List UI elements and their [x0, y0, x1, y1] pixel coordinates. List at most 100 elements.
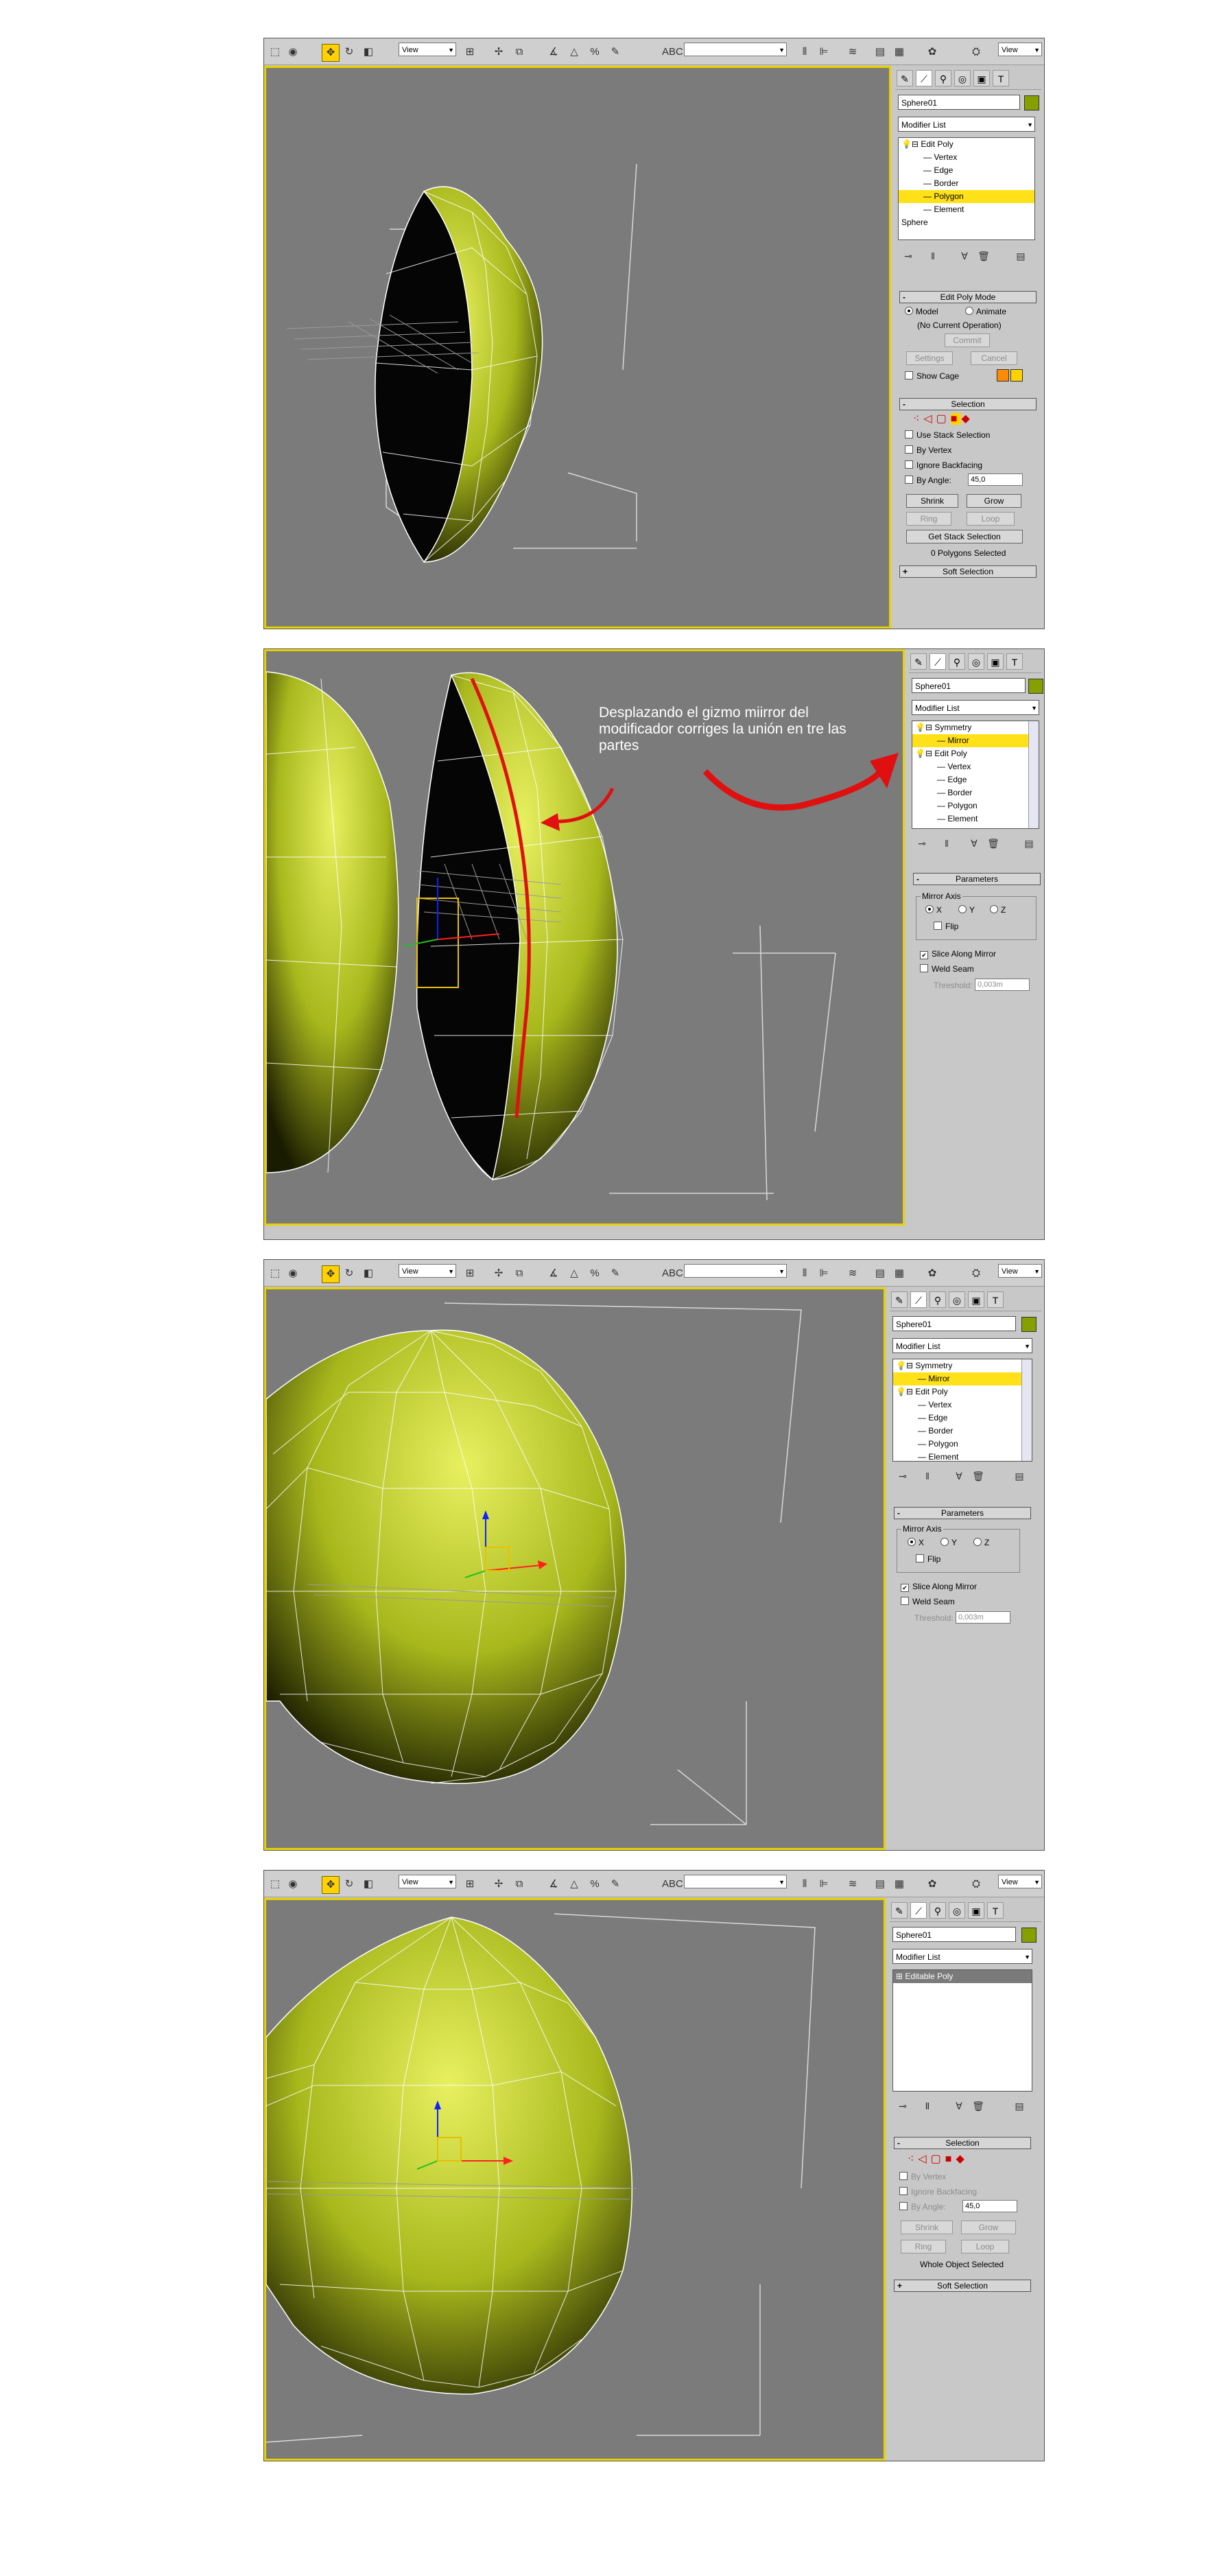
- select-region-icon[interactable]: ⬚: [267, 1265, 283, 1282]
- stack-item[interactable]: — Vertex: [912, 760, 1039, 773]
- get-stack-selection-button[interactable]: Get Stack Selection: [906, 530, 1023, 543]
- mirror-axis-y-radio[interactable]: Y: [958, 904, 975, 915]
- settings-button[interactable]: Settings: [906, 351, 953, 365]
- threshold-spinner[interactable]: 0,003m: [956, 1611, 1010, 1624]
- modifier-stack[interactable]: 💡⊟ Edit Poly — Vertex — Edge — Border — Poly…: [898, 137, 1035, 240]
- schematic-icon[interactable]: ▦: [891, 44, 908, 60]
- ignore-backfacing-checkbox[interactable]: Ignore Backfacing: [899, 2186, 977, 2197]
- pin-stack-icon[interactable]: ⊸: [895, 1468, 910, 1484]
- percent-snap-icon[interactable]: △: [566, 44, 582, 60]
- percent-snap-icon[interactable]: △: [566, 1265, 582, 1282]
- material-editor-icon[interactable]: ✿: [924, 1265, 940, 1282]
- stack-item[interactable]: — Edge: [912, 773, 1039, 786]
- weld-seam-checkbox[interactable]: Weld Seam: [901, 1596, 955, 1607]
- curve-editor-icon[interactable]: ▤: [872, 1265, 888, 1282]
- align-icon[interactable]: ⊫: [816, 44, 832, 60]
- render-view-select[interactable]: View: [998, 1875, 1042, 1889]
- remove-modifier-icon[interactable]: 🗑: [971, 2098, 986, 2114]
- mirror-axis-x-radio[interactable]: X: [908, 1537, 924, 1548]
- stack-item[interactable]: — Border: [893, 1425, 1032, 1438]
- layers-icon[interactable]: ≋: [844, 44, 861, 60]
- material-editor-icon[interactable]: ✿: [924, 1876, 940, 1893]
- create-tab-icon[interactable]: ✎: [891, 1902, 908, 1919]
- render-icon[interactable]: ⛭: [968, 1265, 984, 1282]
- stack-item[interactable]: ⊞ Editable Poly: [893, 1970, 1032, 1983]
- scale-icon[interactable]: ◧: [360, 1876, 377, 1893]
- object-color-swatch[interactable]: [1021, 1928, 1037, 1943]
- angle-snap-icon[interactable]: ∡: [545, 44, 562, 60]
- modifier-toggle-icon[interactable]: 💡⊟: [896, 1361, 915, 1370]
- pivot-icon[interactable]: ⊞: [462, 1265, 478, 1282]
- manipulate-icon[interactable]: ✢: [490, 1265, 507, 1282]
- named-selection-icon[interactable]: ABC: [662, 44, 683, 60]
- render-icon[interactable]: ⛭: [968, 1876, 984, 1893]
- reference-coordinate-select[interactable]: View: [399, 1264, 456, 1278]
- scale-icon[interactable]: ◧: [360, 1265, 377, 1282]
- parameters-rollout[interactable]: - Parameters: [894, 1507, 1031, 1519]
- show-end-result-icon[interactable]: ‖: [925, 248, 940, 264]
- utilities-tab-icon[interactable]: T: [1006, 653, 1023, 670]
- scale-icon[interactable]: ◧: [360, 44, 377, 60]
- modifier-stack[interactable]: ⊞ Editable Poly: [892, 1969, 1032, 2092]
- configure-sets-icon[interactable]: ▤: [1013, 248, 1028, 264]
- rotate-icon[interactable]: ↻: [341, 1876, 357, 1893]
- modifier-toggle-icon[interactable]: 💡⊟: [915, 723, 934, 732]
- show-cage-checkbox[interactable]: Show Cage: [905, 371, 959, 382]
- edit-poly-mode-rollout[interactable]: - Edit Poly Mode: [899, 291, 1037, 303]
- make-unique-icon[interactable]: ∀: [957, 248, 972, 264]
- move-icon[interactable]: ✥: [322, 1876, 340, 1894]
- subobject-level-icons[interactable]: ⁖◁▢■◆: [913, 412, 974, 425]
- align-icon[interactable]: ⊫: [816, 1876, 832, 1893]
- select-object-icon[interactable]: ◉: [285, 44, 301, 60]
- named-selection-icon[interactable]: ABC: [662, 1265, 683, 1282]
- stack-item[interactable]: 💡⊟ Symmetry: [912, 721, 1039, 734]
- render-view-select[interactable]: View: [998, 43, 1042, 57]
- spinner-snap-icon[interactable]: %: [587, 1876, 603, 1893]
- rotate-icon[interactable]: ↻: [341, 1265, 357, 1282]
- manipulate-icon[interactable]: ✢: [490, 44, 507, 60]
- angle-spinner[interactable]: 45,0: [968, 473, 1023, 486]
- select-object-icon[interactable]: ◉: [285, 1265, 301, 1282]
- stack-item[interactable]: 💡⊟ Edit Poly: [912, 747, 1039, 760]
- move-icon[interactable]: ✥: [322, 1265, 340, 1283]
- curve-editor-icon[interactable]: ▤: [872, 1876, 888, 1893]
- angle-snap-icon[interactable]: ∡: [545, 1265, 562, 1282]
- stack-item[interactable]: — Mirror: [893, 1372, 1032, 1385]
- modifier-stack[interactable]: 💡⊟ Symmetry — Mirror 💡⊟ Edit Poly — Vertex —…: [912, 721, 1039, 829]
- commit-button[interactable]: Commit: [945, 333, 990, 347]
- configure-sets-icon[interactable]: ▤: [1021, 836, 1037, 851]
- modify-tab-icon[interactable]: ⟋: [910, 1902, 927, 1919]
- grow-button[interactable]: Grow: [967, 494, 1021, 508]
- mirror-icon[interactable]: ⫴: [796, 1876, 813, 1893]
- selection-rollout[interactable]: - Selection: [899, 398, 1037, 410]
- make-unique-icon[interactable]: ∀: [967, 836, 982, 851]
- mirror-icon[interactable]: ⫴: [796, 1265, 813, 1282]
- display-tab-icon[interactable]: ▣: [968, 1291, 984, 1308]
- motion-tab-icon[interactable]: ◎: [949, 1291, 965, 1308]
- ignore-backfacing-checkbox[interactable]: Ignore Backfacing: [905, 460, 982, 471]
- angle-spinner[interactable]: 45,0: [962, 2200, 1017, 2212]
- percent-snap-icon[interactable]: △: [566, 1876, 582, 1893]
- modifier-toggle-icon[interactable]: 💡⊟: [896, 1387, 915, 1396]
- utilities-tab-icon[interactable]: T: [993, 70, 1009, 86]
- stack-item[interactable]: — Element: [912, 812, 1039, 826]
- motion-tab-icon[interactable]: ◎: [968, 653, 984, 670]
- subobject-level-icons[interactable]: ⁖◁▢■◆: [908, 2152, 969, 2166]
- stack-item[interactable]: — Border: [899, 177, 1034, 190]
- motion-tab-icon[interactable]: ◎: [949, 1902, 965, 1919]
- align-icon[interactable]: ⊫: [816, 1265, 832, 1282]
- snap-icon[interactable]: ⧉: [511, 1876, 528, 1893]
- by-vertex-checkbox[interactable]: By Vertex: [899, 2171, 946, 2182]
- stack-scrollbar[interactable]: [1028, 721, 1039, 828]
- shrink-button[interactable]: Shrink: [906, 494, 958, 508]
- stack-item[interactable]: Sphere: [899, 216, 1034, 229]
- motion-tab-icon[interactable]: ◎: [954, 70, 971, 86]
- pivot-icon[interactable]: ⊞: [462, 1876, 478, 1893]
- loop-button[interactable]: Loop: [961, 2240, 1009, 2253]
- stack-scrollbar[interactable]: [1021, 1359, 1032, 1461]
- edit-named-sel-icon[interactable]: ✎: [607, 44, 624, 60]
- create-tab-icon[interactable]: ✎: [897, 70, 913, 86]
- show-end-result-icon[interactable]: Ⅱ: [920, 2098, 935, 2114]
- slice-along-mirror-checkbox[interactable]: Slice Along Mirror: [901, 1581, 977, 1592]
- animate-radio[interactable]: Animate: [965, 306, 1006, 317]
